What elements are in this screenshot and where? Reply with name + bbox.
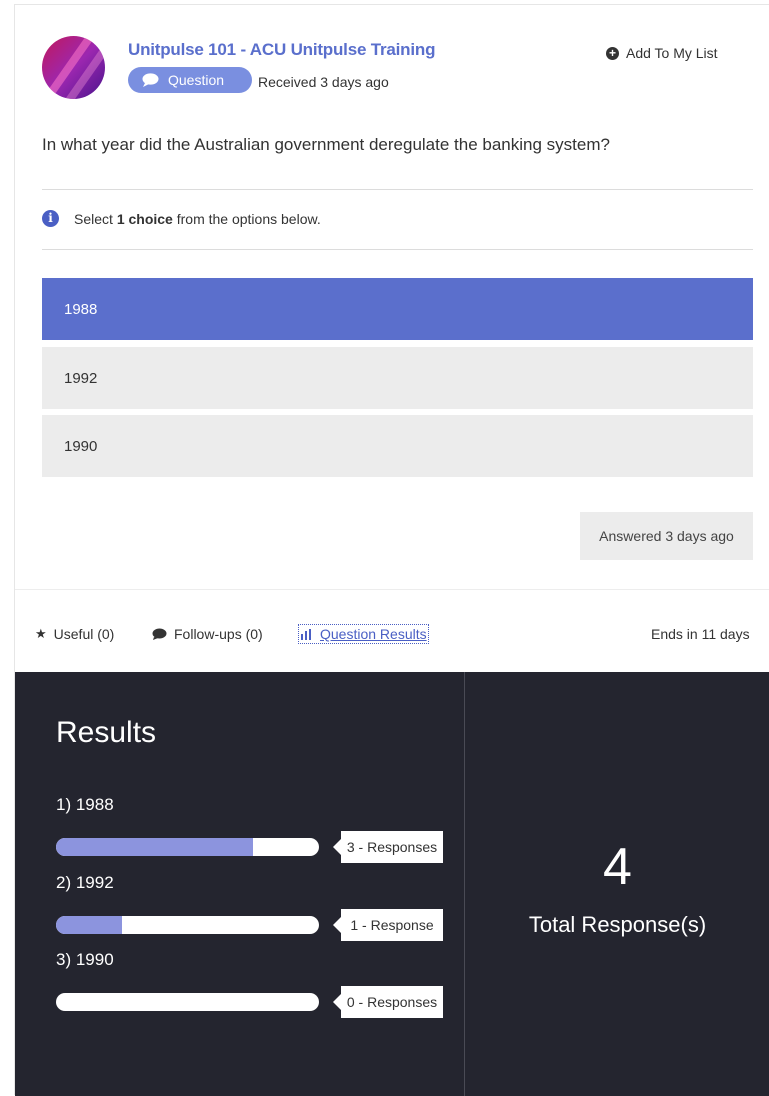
avatar xyxy=(42,36,105,99)
result-bar xyxy=(56,916,319,934)
choice-label: 1988 xyxy=(64,300,98,318)
question-text: In what year did the Australian governme… xyxy=(42,135,610,154)
result-option-label: 2) 1992 xyxy=(56,873,114,892)
results-breakdown: Results 1) 1988 3 - Responses 2) 1992 1 … xyxy=(15,672,464,1096)
result-bar-fill xyxy=(56,838,254,856)
result-bar xyxy=(56,993,319,1011)
question-badge: Question xyxy=(128,67,252,93)
instruction-prefix: Select xyxy=(74,210,117,227)
results-heading: Results xyxy=(56,716,157,749)
add-to-my-list-button[interactable]: + Add To My List xyxy=(606,45,718,61)
divider xyxy=(42,249,753,250)
choice-option-2[interactable]: 1992 xyxy=(42,347,753,409)
answered-status: Answered 3 days ago xyxy=(580,512,753,560)
instruction: i Select 1 choice from the options below… xyxy=(42,210,321,227)
speech-bubble-icon xyxy=(142,73,159,87)
divider xyxy=(15,589,769,590)
result-count-tag: 1 - Response xyxy=(333,909,443,941)
plus-circle-icon: + xyxy=(606,46,619,60)
info-icon: i xyxy=(42,210,59,227)
result-bar xyxy=(56,838,319,856)
course-title-link[interactable]: Unitpulse 101 - ACU Unitpulse Training xyxy=(128,40,435,60)
result-option-label: 3) 1990 xyxy=(56,950,114,969)
followups-label: Follow-ups (0) xyxy=(174,626,263,642)
result-bar-fill xyxy=(56,916,122,934)
total-responses-label: Total Response(s) xyxy=(528,912,707,937)
question-card: Unitpulse 101 - ACU Unitpulse Training Q… xyxy=(14,4,769,1096)
question-results-link[interactable]: Question Results xyxy=(298,624,429,644)
choice-option-3[interactable]: 1990 xyxy=(42,415,753,477)
useful-button[interactable]: ★ Useful (0) xyxy=(35,626,114,642)
result-count-tag: 0 - Responses xyxy=(333,986,443,1018)
instruction-suffix: from the options below. xyxy=(172,210,321,227)
comment-icon xyxy=(152,628,167,640)
total-responses-count: 4 xyxy=(603,838,632,896)
instruction-bold: 1 choice xyxy=(116,210,173,227)
choice-option-1[interactable]: 1988 xyxy=(42,278,753,340)
question-results-label: Question Results xyxy=(320,626,427,642)
ends-in: Ends in 11 days xyxy=(651,626,750,642)
choice-label: 1992 xyxy=(64,369,98,387)
choice-label: 1990 xyxy=(64,437,98,455)
results-panel: Results 1) 1988 3 - Responses 2) 1992 1 … xyxy=(15,672,769,1096)
result-count-tag: 3 - Responses xyxy=(333,831,443,863)
add-to-my-list-label: Add To My List xyxy=(626,45,718,61)
received-time: Received 3 days ago xyxy=(258,74,389,90)
result-option-label: 1) 1988 xyxy=(56,795,114,814)
badge-label: Question xyxy=(168,72,225,88)
divider xyxy=(42,189,753,190)
star-icon: ★ xyxy=(35,626,47,641)
useful-label: Useful (0) xyxy=(53,626,115,642)
followups-button[interactable]: Follow-ups (0) xyxy=(152,626,263,642)
bar-chart-icon xyxy=(301,628,311,640)
